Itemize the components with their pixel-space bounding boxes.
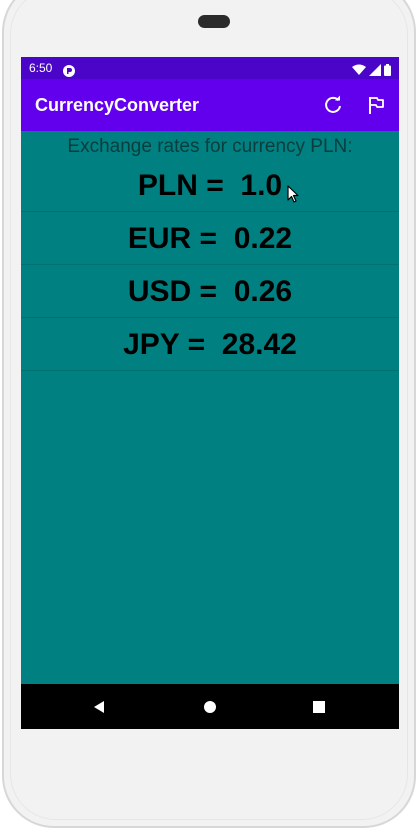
rate-row-usd[interactable]: USD = 0.26 (21, 265, 399, 318)
cell-signal-icon (369, 61, 381, 80)
rates-list: PLN = 1.0 EUR = 0.22 USD = 0.26 JPY = 28… (21, 157, 399, 371)
app-notification-icon (63, 62, 75, 77)
rates-header: Exchange rates for currency PLN: (67, 136, 353, 157)
recents-icon[interactable] (308, 696, 330, 718)
navigation-bar (21, 684, 399, 729)
mouse-pointer-icon (287, 185, 299, 207)
wifi-icon (352, 61, 366, 80)
refresh-icon[interactable] (320, 92, 346, 118)
earpiece-speaker (198, 15, 230, 28)
rates-content: Exchange rates for currency PLN: PLN = 1… (21, 131, 399, 371)
app-bar: CurrencyConverter (21, 79, 399, 131)
status-bar: 6:50 (21, 57, 399, 79)
status-icons (352, 61, 391, 80)
back-icon[interactable] (88, 696, 110, 718)
home-icon[interactable] (199, 696, 221, 718)
flag-icon[interactable] (363, 92, 389, 118)
status-time: 6:50 (29, 61, 53, 75)
device-screen: 6:50 CurrencyConverter Exchange rates fo… (21, 57, 399, 729)
rate-row-jpy[interactable]: JPY = 28.42 (21, 318, 399, 371)
app-title: CurrencyConverter (35, 95, 200, 115)
battery-icon (384, 61, 391, 80)
rate-row-pln[interactable]: PLN = 1.0 (21, 157, 399, 212)
rate-row-eur[interactable]: EUR = 0.22 (21, 212, 399, 265)
